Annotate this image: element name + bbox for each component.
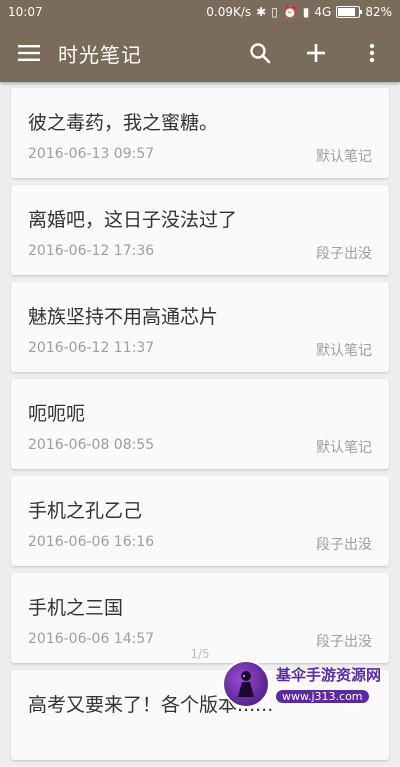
search-button[interactable]	[232, 24, 288, 82]
more-vert-icon	[369, 43, 375, 63]
battery-icon	[336, 6, 363, 18]
menu-icon	[18, 45, 40, 61]
note-category: 默认笔记	[316, 149, 372, 165]
vibrate-icon: ▯	[271, 5, 278, 19]
watermark-url: www.j313.com	[276, 689, 369, 703]
note-title: 彼之毒药，我之蜜糖。	[28, 112, 219, 134]
signal-icon: ▮	[302, 5, 310, 19]
status-time: 10:07	[8, 5, 43, 19]
bluetooth-icon: ✱	[256, 5, 267, 19]
site-watermark: 基伞手游资源网 www.j313.com	[222, 656, 400, 711]
note-category: 段子出没	[316, 537, 372, 553]
note-category: 默认笔记	[316, 343, 372, 359]
note-date: 2016-06-06 16:16	[28, 534, 155, 550]
add-note-button[interactable]	[288, 24, 344, 82]
note-title: 离婚吧，这日子没法过了	[28, 209, 238, 231]
alarm-icon: ⏰	[282, 5, 298, 19]
menu-button[interactable]	[0, 24, 58, 82]
note-card[interactable]: 手机之孔乙己 2016-06-06 16:16 段子出没	[11, 476, 389, 566]
battery-percent: 82%	[365, 5, 392, 19]
app-bar: 时光笔记	[0, 24, 400, 82]
note-card[interactable]: 离婚吧，这日子没法过了 2016-06-12 17:36 段子出没	[11, 185, 389, 275]
note-title: 魅族坚持不用高通芯片	[28, 306, 219, 328]
note-date: 2016-06-08 08:55	[28, 437, 155, 453]
note-title: 手机之孔乙己	[28, 500, 143, 522]
watermark-logo	[222, 659, 270, 708]
note-card[interactable]: 彼之毒药，我之蜜糖。 2016-06-13 09:57 默认笔记	[11, 88, 389, 178]
search-icon	[250, 43, 271, 64]
note-category: 段子出没	[316, 246, 372, 262]
status-indicators: 0.09K/s ✱ ▯ ⏰ ▮ 4G 82%	[206, 5, 392, 19]
app-title: 时光笔记	[58, 42, 142, 67]
character-icon	[238, 670, 254, 697]
note-title: 呃呃呃	[28, 403, 86, 425]
note-card[interactable]: 魅族坚持不用高通芯片 2016-06-12 11:37 默认笔记	[11, 282, 389, 372]
note-date: 2016-06-13 09:57	[28, 146, 155, 162]
add-icon	[307, 44, 325, 62]
note-date: 2016-06-12 11:37	[28, 340, 155, 356]
note-date: 2016-06-12 17:36	[28, 243, 155, 259]
note-date: 2016-06-06 14:57	[28, 631, 155, 647]
network-speed: 0.09K/s	[206, 5, 252, 19]
network-type: 4G	[314, 5, 332, 19]
status-bar: 10:07 0.09K/s ✱ ▯ ⏰ ▮ 4G 82%	[0, 0, 400, 24]
more-options-button[interactable]	[344, 24, 400, 82]
note-card[interactable]: 呃呃呃 2016-06-08 08:55 默认笔记	[11, 379, 389, 469]
note-title: 手机之三国	[28, 597, 124, 619]
watermark-name: 基伞手游资源网	[276, 665, 382, 684]
note-category: 默认笔记	[316, 440, 372, 456]
